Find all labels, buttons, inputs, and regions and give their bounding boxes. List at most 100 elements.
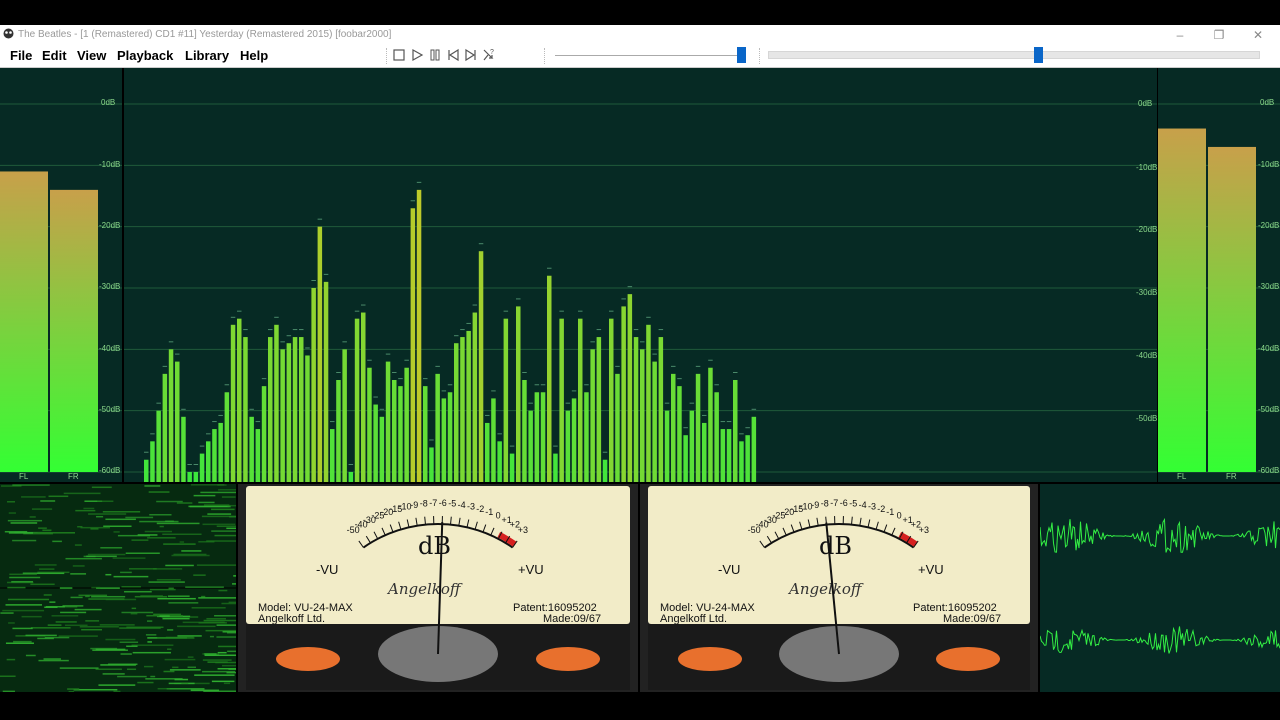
spectrum-bar bbox=[571, 398, 577, 482]
spectrum-peak-marker bbox=[602, 451, 608, 453]
spectrum-peak-marker bbox=[726, 421, 732, 423]
minimize-button[interactable]: – bbox=[1170, 27, 1190, 43]
spectrum-bar bbox=[398, 386, 403, 482]
spectrum-peak-marker bbox=[336, 372, 341, 373]
spectrogram-streak bbox=[6, 658, 16, 661]
spectrum-bar bbox=[224, 392, 230, 482]
spectrogram-streak bbox=[73, 688, 118, 691]
spectrum-bar bbox=[497, 441, 502, 482]
spectrogram-streak bbox=[150, 675, 156, 678]
spectrogram-streak bbox=[163, 543, 196, 545]
spectrum-peak-marker bbox=[212, 421, 217, 423]
next-icon[interactable] bbox=[464, 48, 478, 62]
spectrogram-streak bbox=[49, 601, 56, 603]
spectrogram-streak bbox=[218, 645, 236, 648]
spectrum-peak-marker bbox=[162, 365, 168, 367]
spectrogram-streak bbox=[191, 607, 226, 609]
play-icon[interactable] bbox=[410, 48, 424, 62]
menu-file[interactable]: File bbox=[10, 48, 32, 63]
spectrum-peak-marker bbox=[509, 445, 515, 447]
spectrogram-streak bbox=[211, 508, 235, 511]
spectrogram-streak bbox=[143, 665, 154, 668]
spectrum-peak-marker bbox=[596, 329, 602, 331]
spectrum-peak-marker bbox=[379, 408, 385, 410]
spectrum-bar bbox=[509, 453, 515, 482]
menu-edit[interactable]: Edit bbox=[42, 48, 67, 63]
spectrogram-streak bbox=[159, 525, 164, 528]
spectrogram-streak bbox=[126, 626, 164, 629]
seek-bar-thumb[interactable] bbox=[1033, 47, 1043, 63]
spectrogram-streak bbox=[88, 513, 127, 515]
spectrum-bar bbox=[671, 373, 676, 482]
spectrogram-streak bbox=[78, 594, 108, 597]
vu-maker: Angelkoff Ltd. bbox=[258, 613, 325, 625]
spectrum-bar bbox=[181, 416, 186, 482]
spectrogram-streak bbox=[181, 682, 189, 684]
spectrum-peak-marker bbox=[224, 384, 230, 386]
window-title: The Beatles - [1 (Remastered) CD1 #11] Y… bbox=[18, 29, 392, 40]
pause-icon[interactable] bbox=[428, 48, 442, 62]
spectrum-bar bbox=[720, 429, 726, 482]
vu-scale-label: -7 bbox=[830, 498, 838, 508]
random-icon[interactable]: ? bbox=[482, 48, 496, 62]
spectrum-bar bbox=[144, 459, 149, 482]
spectrum-peak-marker bbox=[522, 372, 527, 373]
spectrogram-streak bbox=[222, 631, 236, 633]
spectrum-peak-marker bbox=[156, 402, 161, 404]
spectrogram-streak bbox=[29, 516, 36, 518]
spectrum-bar bbox=[460, 337, 465, 482]
spectrum-peak-marker bbox=[168, 341, 174, 343]
spectrogram-streak bbox=[0, 675, 16, 678]
spectrum-peak-marker bbox=[286, 335, 292, 337]
spectrum-peak-marker bbox=[553, 445, 558, 447]
toolbar-separator bbox=[386, 48, 388, 64]
seek-bar-track[interactable] bbox=[768, 51, 1260, 59]
spectrum-peak-marker bbox=[429, 439, 434, 441]
vu-pos-label: +VU bbox=[518, 562, 544, 577]
spectrum-bar bbox=[478, 251, 484, 482]
spectrogram-streak bbox=[221, 602, 236, 605]
db-label: -20dB bbox=[99, 221, 121, 230]
spectrogram-streak bbox=[5, 604, 42, 606]
spectrogram-streak bbox=[211, 530, 236, 532]
spectrogram-streak bbox=[12, 627, 33, 630]
spectrum-peak-marker bbox=[441, 390, 447, 392]
spectrum-peak-marker bbox=[305, 347, 310, 349]
menu-help[interactable]: Help bbox=[240, 48, 268, 63]
spectrogram-streak bbox=[90, 528, 99, 530]
spectrogram-streak bbox=[169, 669, 201, 671]
spectrum-peak-marker bbox=[590, 341, 595, 343]
spectrogram-streak bbox=[216, 636, 236, 638]
spectrum-bar bbox=[454, 343, 459, 482]
spectrogram-streak bbox=[85, 620, 100, 622]
spectrum-bar bbox=[429, 447, 434, 482]
spectrum-peak-marker bbox=[466, 322, 471, 324]
spectrum-peak-marker bbox=[633, 329, 639, 331]
menu-playback[interactable]: Playback bbox=[117, 48, 173, 63]
spectrum-peak-marker bbox=[745, 427, 750, 429]
spectrogram-streak bbox=[187, 666, 196, 669]
spectrogram-streak bbox=[206, 617, 226, 620]
spectrogram-streak bbox=[145, 678, 183, 680]
vu-scale-label: -4 bbox=[458, 500, 466, 510]
spectrum-peak-marker bbox=[503, 310, 509, 312]
previous-icon[interactable] bbox=[446, 48, 460, 62]
volume-slider-thumb[interactable] bbox=[737, 47, 747, 63]
spectrogram-streak bbox=[194, 674, 235, 676]
spectrum-peak-marker bbox=[683, 427, 688, 429]
spectrum-bar bbox=[733, 380, 738, 482]
toolbar-separator bbox=[544, 48, 546, 64]
stop-icon[interactable] bbox=[392, 48, 406, 62]
close-button[interactable]: ✕ bbox=[1248, 27, 1268, 43]
vu-meter-right: -50-40-30-25-20-15-10-9 -8 -7 -6 -5 -4 -3 -2 -1 0… bbox=[640, 484, 1038, 692]
menu-view[interactable]: View bbox=[77, 48, 106, 63]
channel-label: FL bbox=[1177, 472, 1187, 481]
spectrogram-streak bbox=[44, 636, 70, 639]
restore-button[interactable]: ❐ bbox=[1209, 27, 1229, 43]
volume-slider-track[interactable] bbox=[555, 55, 745, 56]
spectrum-peak-marker bbox=[206, 433, 211, 435]
spectrogram-streak bbox=[105, 573, 112, 576]
spectrogram-streak bbox=[198, 501, 215, 504]
menu-library[interactable]: Library bbox=[185, 48, 229, 63]
spectrogram-streak bbox=[137, 534, 158, 536]
